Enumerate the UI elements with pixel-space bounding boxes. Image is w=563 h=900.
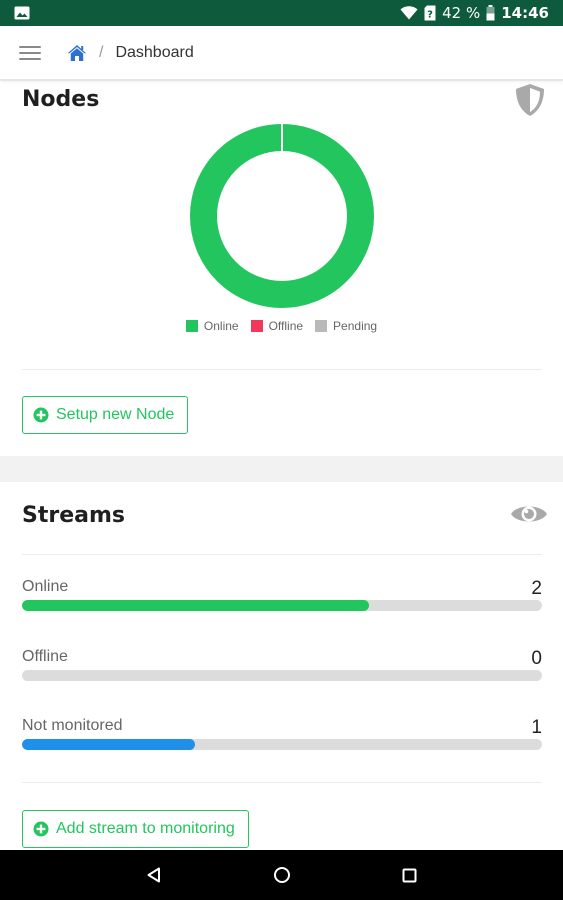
recents-icon[interactable] — [402, 868, 417, 883]
streams-divider-bottom — [22, 782, 542, 783]
setup-new-node-button[interactable]: Setup new Node — [22, 396, 189, 434]
breadcrumb-separator: / — [99, 43, 104, 61]
shield-icon — [516, 84, 544, 116]
stream-count-not-monitored: 1 — [531, 717, 542, 738]
legend-label-online: Online — [203, 319, 239, 333]
legend-offline[interactable]: Offline — [250, 319, 304, 333]
progress-bar-offline — [22, 670, 542, 681]
legend-label-offline: Offline — [268, 319, 304, 333]
top-app-bar: / Dashboard — [0, 26, 563, 80]
stream-label-not-monitored: Not monitored — [22, 717, 123, 734]
stream-count-online: 2 — [531, 578, 542, 599]
navigation-bar — [0, 850, 563, 900]
stream-count-offline: 0 — [531, 648, 542, 669]
streams-title: Streams — [22, 503, 125, 528]
nodes-donut-chart — [190, 124, 374, 308]
progress-fill-not-monitored — [22, 739, 196, 750]
stream-row-offline: Offline 0 — [22, 648, 542, 688]
legend-pending[interactable]: Pending — [315, 319, 377, 333]
streams-divider-top — [22, 554, 542, 555]
progress-bar-not-monitored — [22, 739, 542, 750]
stream-row-not-monitored: Not monitored 1 — [22, 717, 542, 757]
streams-card: Streams Online 2 Offline 0 Not monitored… — [0, 482, 563, 850]
battery-percent: 42 % — [442, 4, 481, 22]
legend-swatch-online — [185, 320, 198, 332]
setup-new-node-label: Setup new Node — [56, 406, 175, 423]
plus-circle-icon — [33, 407, 49, 423]
image-icon — [14, 6, 30, 20]
progress-fill-online — [22, 600, 369, 611]
svg-text:?: ? — [427, 10, 433, 21]
donut-slice-online[interactable] — [190, 124, 374, 308]
stream-row-online: Online 2 — [22, 578, 542, 618]
legend-online[interactable]: Online — [185, 319, 239, 333]
stream-label-offline: Offline — [22, 648, 68, 665]
breadcrumb-current: Dashboard — [115, 43, 194, 61]
home-circle-icon[interactable] — [273, 866, 291, 884]
add-stream-label: Add stream to monitoring — [56, 820, 235, 837]
sim-icon: ? — [424, 5, 436, 21]
home-icon[interactable] — [67, 44, 87, 62]
battery-icon — [486, 5, 495, 21]
nodes-divider — [22, 369, 542, 370]
nodes-title: Nodes — [22, 87, 100, 112]
clock: 14:46 — [501, 4, 549, 22]
back-icon[interactable] — [146, 867, 162, 883]
menu-icon[interactable] — [19, 45, 41, 60]
status-bar: ? 42 % 14:46 — [0, 0, 563, 26]
add-stream-button[interactable]: Add stream to monitoring — [22, 810, 249, 848]
wifi-icon — [400, 6, 418, 20]
breadcrumb: / Dashboard — [67, 44, 194, 62]
stream-label-online: Online — [22, 578, 69, 595]
legend-swatch-offline — [250, 320, 263, 332]
nodes-card: Nodes Online Offline Pending Setup new N… — [0, 81, 563, 456]
progress-bar-online — [22, 600, 542, 611]
nodes-legend: Online Offline Pending — [0, 319, 563, 333]
legend-swatch-pending — [315, 320, 328, 332]
legend-label-pending: Pending — [333, 319, 378, 333]
eye-icon[interactable] — [510, 502, 548, 526]
plus-circle-icon — [33, 821, 49, 837]
